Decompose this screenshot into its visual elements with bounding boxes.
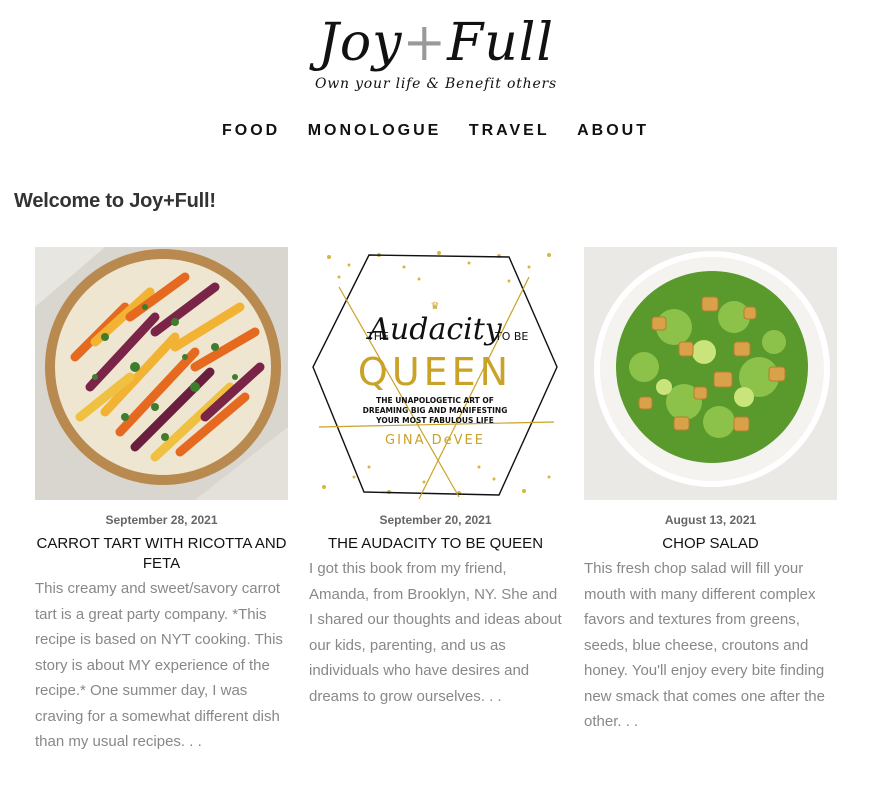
svg-text:THE UNAPOLOGETIC ART OF: THE UNAPOLOGETIC ART OF bbox=[376, 396, 494, 405]
svg-text:YOUR MOST FABULOUS LIFE: YOUR MOST FABULOUS LIFE bbox=[375, 416, 494, 425]
logo-wordmark: Joy+Full bbox=[298, 12, 574, 74]
post-date: August 13, 2021 bbox=[664, 513, 757, 527]
post-card: August 13, 2021 CHOP SALAD This fresh ch… bbox=[584, 247, 837, 735]
svg-text:DREAMING BIG AND MANIFESTING: DREAMING BIG AND MANIFESTING bbox=[363, 406, 508, 415]
site-tagline: Own your life & Benefit others bbox=[314, 76, 558, 92]
post-thumbnail-book-cover[interactable]: ♛ THE Audacity TO BE QUEEN THE UNAPOLOGE… bbox=[309, 247, 562, 500]
post-excerpt: I got this book from my friend, Amanda, … bbox=[309, 560, 562, 705]
logo-part2: Full bbox=[447, 13, 554, 73]
post-title-link[interactable]: CHOP SALAD bbox=[584, 534, 837, 554]
post-card: September 28, 2021 CARROT TART WITH RICO… bbox=[35, 247, 288, 755]
nav-item-about[interactable]: ABOUT bbox=[577, 122, 649, 140]
post-thumbnail-chop-salad[interactable] bbox=[584, 247, 837, 500]
logo-plus: + bbox=[402, 13, 448, 73]
post-thumbnail-carrot-tart[interactable] bbox=[35, 247, 288, 500]
main-nav: FOOD MONOLOGUE TRAVEL ABOUT bbox=[0, 122, 871, 140]
svg-text:QUEEN: QUEEN bbox=[358, 350, 512, 394]
nav-item-monologue[interactable]: MONOLOGUE bbox=[308, 122, 442, 140]
svg-text:TO BE: TO BE bbox=[494, 330, 528, 343]
page-title: Welcome to Joy+Full! bbox=[14, 190, 216, 212]
nav-item-travel[interactable]: TRAVEL bbox=[469, 122, 550, 140]
book-cover-image: ♛ THE Audacity TO BE QUEEN THE UNAPOLOGE… bbox=[309, 247, 562, 500]
nav-item-food[interactable]: FOOD bbox=[222, 122, 280, 140]
svg-text:GINA DeVEE: GINA DeVEE bbox=[385, 433, 485, 448]
svg-text:Audacity: Audacity bbox=[365, 312, 503, 347]
post-date: September 20, 2021 bbox=[379, 513, 492, 527]
post-title-link[interactable]: CARROT TART WITH RICOTTA AND FETA bbox=[35, 534, 288, 574]
svg-text:♛: ♛ bbox=[431, 301, 440, 312]
post-title-link[interactable]: THE AUDACITY TO BE QUEEN bbox=[309, 534, 562, 554]
post-date: September 28, 2021 bbox=[105, 513, 218, 527]
site-logo[interactable]: Joy+Full Own your life & Benefit others bbox=[298, 12, 574, 104]
carrot-tart-image bbox=[35, 247, 288, 500]
chop-salad-image bbox=[584, 247, 837, 500]
post-excerpt: This creamy and sweet/savory carrot tart… bbox=[35, 580, 283, 750]
logo-part1: Joy bbox=[318, 13, 403, 73]
post-card: ♛ THE Audacity TO BE QUEEN THE UNAPOLOGE… bbox=[309, 247, 562, 709]
post-excerpt: This fresh chop salad will fill your mou… bbox=[584, 560, 825, 730]
